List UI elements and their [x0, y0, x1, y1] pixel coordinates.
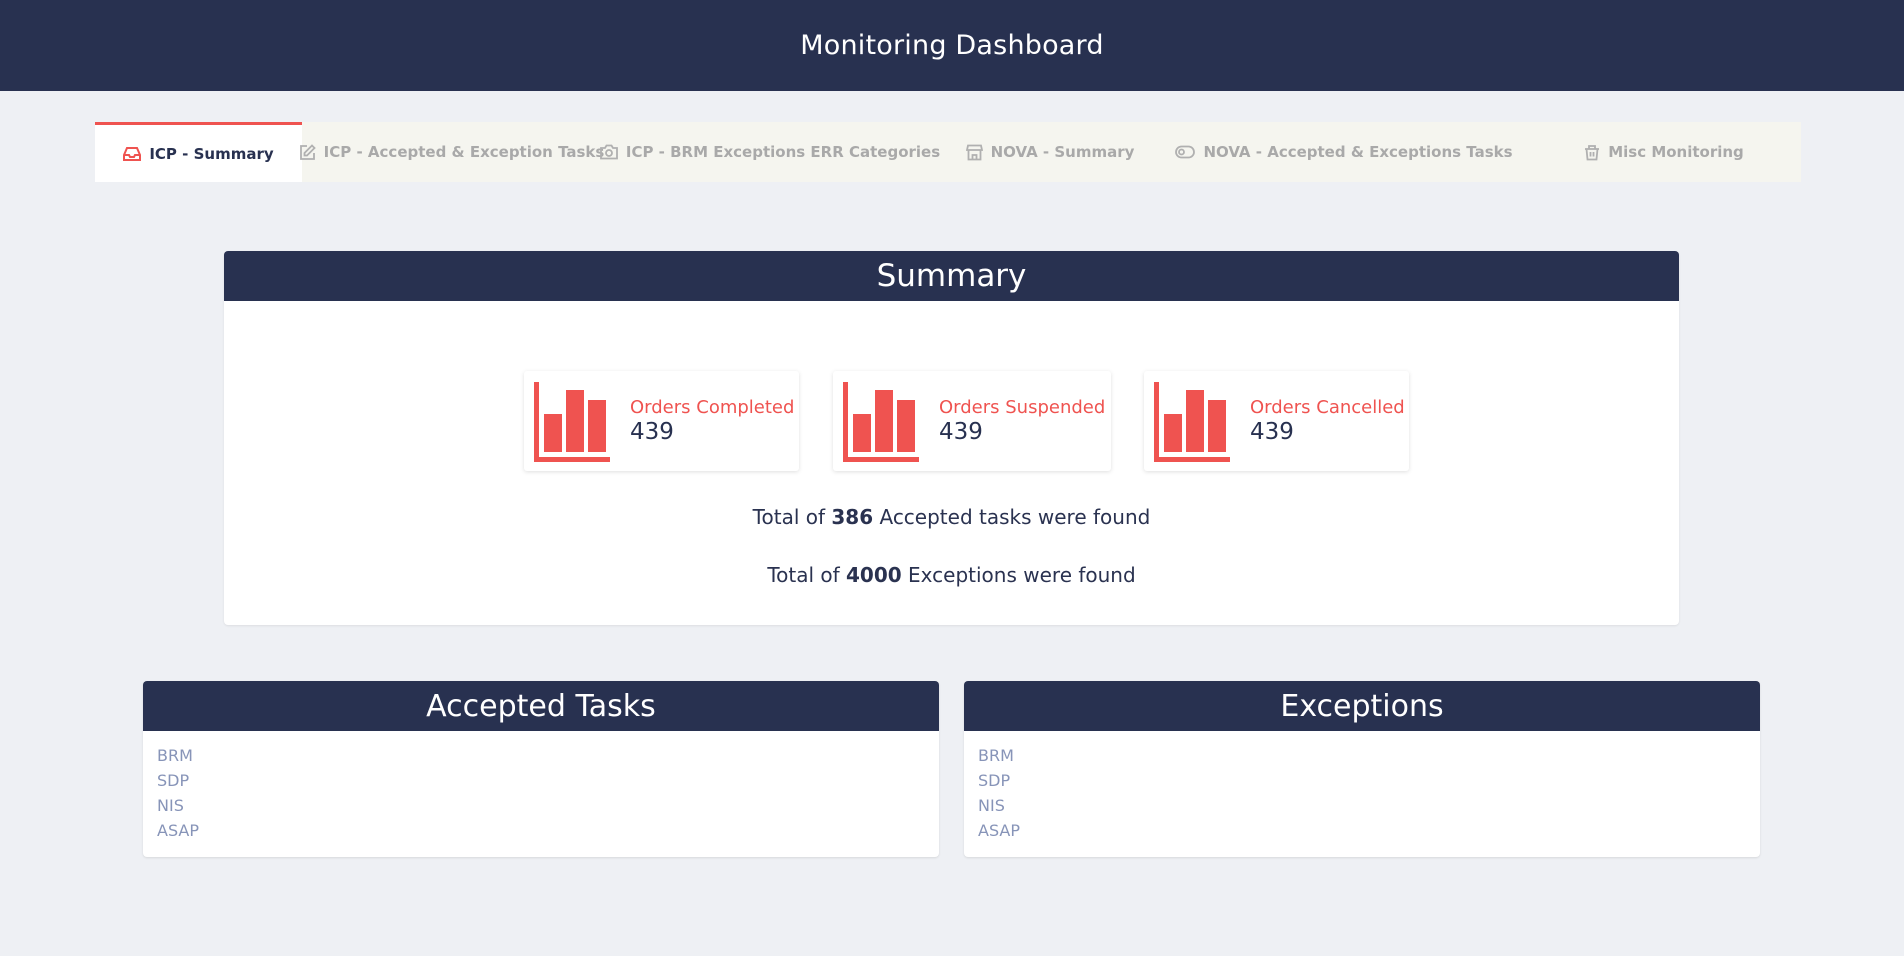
- top-header-bar: Monitoring Dashboard: [0, 0, 1904, 91]
- tab-label: Misc Monitoring: [1608, 143, 1744, 161]
- accepted-tasks-title: Accepted Tasks: [143, 681, 939, 731]
- tab-misc-monitoring[interactable]: Misc Monitoring: [1527, 122, 1801, 182]
- list-item[interactable]: SDP: [978, 768, 1746, 793]
- tab-label: NOVA - Summary: [990, 143, 1135, 161]
- stat-label: Orders Suspended: [939, 397, 1106, 418]
- tab-label: NOVA - Accepted & Exceptions Tasks: [1203, 143, 1513, 161]
- list-item[interactable]: ASAP: [978, 818, 1746, 843]
- list-item[interactable]: BRM: [157, 743, 925, 768]
- accepted-count: 386: [831, 505, 874, 529]
- tab-icp-summary[interactable]: ICP - Summary: [95, 122, 302, 182]
- basket-icon: [1584, 144, 1600, 161]
- stat-label: Orders Cancelled: [1250, 397, 1405, 418]
- bar-chart-icon: [1154, 382, 1230, 466]
- edit-icon: [299, 143, 316, 161]
- stat-label: Orders Completed: [630, 397, 795, 418]
- accepted-total-text: Total of 386 Accepted tasks were found: [752, 505, 1151, 529]
- exceptions-title: Exceptions: [964, 681, 1760, 731]
- store-icon: [965, 144, 983, 161]
- stat-value: 439: [1250, 419, 1294, 445]
- orders-completed-card: Orders Completed 439: [524, 371, 799, 471]
- inbox-icon: [123, 146, 142, 162]
- accepted-tasks-list: BRM SDP NIS ASAP: [143, 731, 939, 855]
- stat-value: 439: [939, 419, 983, 445]
- tab-label: ICP - BRM Exceptions ERR Categories: [625, 143, 941, 161]
- orders-cancelled-card: Orders Cancelled 439: [1144, 371, 1409, 471]
- tab-label: ICP - Accepted & Exception Tasks: [323, 143, 605, 161]
- orders-suspended-card: Orders Suspended 439: [833, 371, 1111, 471]
- exceptions-panel: Exceptions BRM SDP NIS ASAP: [964, 681, 1760, 857]
- bar-chart-icon: [534, 382, 610, 466]
- tab-icp-brm-exceptions[interactable]: ICP - BRM Exceptions ERR Categories: [599, 122, 941, 182]
- list-item[interactable]: NIS: [157, 793, 925, 818]
- summary-title: Summary: [224, 251, 1679, 301]
- exceptions-list: BRM SDP NIS ASAP: [964, 731, 1760, 855]
- stats-row: Orders Completed 439 Orders Suspended 43…: [224, 301, 1679, 471]
- stat-value: 439: [630, 419, 674, 445]
- tab-nova-accepted-exceptions[interactable]: NOVA - Accepted & Exceptions Tasks: [1161, 122, 1527, 182]
- list-item[interactable]: BRM: [978, 743, 1746, 768]
- list-item[interactable]: NIS: [978, 793, 1746, 818]
- toggle-icon: [1175, 145, 1196, 159]
- bar-chart-icon: [843, 382, 919, 466]
- page-title: Monitoring Dashboard: [800, 30, 1104, 61]
- tab-nova-summary[interactable]: NOVA - Summary: [939, 122, 1161, 182]
- accepted-tasks-panel: Accepted Tasks BRM SDP NIS ASAP: [143, 681, 939, 857]
- tab-icp-accepted-exception-tasks[interactable]: ICP - Accepted & Exception Tasks: [299, 122, 604, 182]
- camera-icon: [599, 144, 618, 160]
- summary-panel: Summary Orders Completed 439 Orders Susp…: [224, 251, 1679, 625]
- exceptions-total-text: Total of 4000 Exceptions were found: [767, 563, 1136, 587]
- list-item[interactable]: SDP: [157, 768, 925, 793]
- exceptions-count: 4000: [846, 563, 902, 587]
- tab-label: ICP - Summary: [149, 144, 274, 163]
- tab-bar: ICP - Summary ICP - Accepted & Exception…: [95, 122, 1801, 182]
- list-item[interactable]: ASAP: [157, 818, 925, 843]
